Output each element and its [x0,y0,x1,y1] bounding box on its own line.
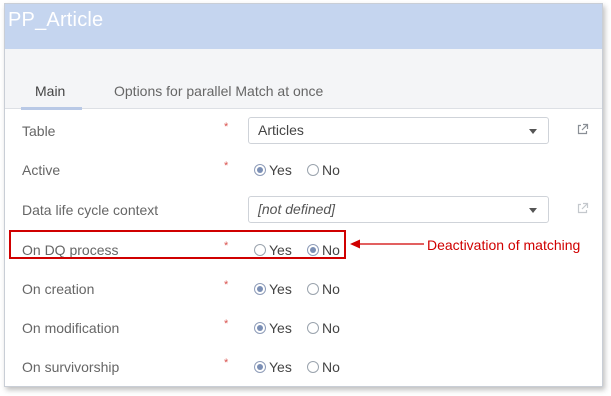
radio-selected-icon [254,283,266,295]
radio-label: No [322,320,340,336]
required-marker: * [224,279,229,291]
active-row: Active * Yes No [5,156,602,186]
radio-label: Yes [269,359,292,375]
table-row: Table * Articles [5,117,602,147]
tab-main[interactable]: Main [20,71,83,110]
on-survivorship-row: On survivorship * Yes No [5,353,602,383]
radio-label: No [322,359,340,375]
external-link-icon[interactable] [576,202,589,215]
required-marker: * [224,121,229,133]
table-label: Table [22,123,56,139]
active-label: Active [22,162,61,178]
title-bar: PP_Article [5,4,602,49]
required-marker: * [224,318,229,330]
radio-label: Yes [269,162,292,178]
table-select-value: Articles [258,122,304,138]
tab-bar: Main Options for parallel Match at once [5,71,602,110]
dlc-context-select[interactable]: [not defined] [248,196,549,223]
arrow-left-icon [350,239,424,249]
on-creation-label: On creation [22,281,95,297]
required-marker: * [224,240,229,252]
on-dq-process-label: On DQ process [22,242,119,258]
dlc-context-label: Data life cycle context [22,202,159,218]
chevron-down-icon [529,208,537,213]
radio-label: Yes [269,281,292,297]
radio-label: No [322,281,340,297]
radio-label: Yes [269,242,292,258]
radio-selected-icon [254,164,266,176]
on-creation-row: On creation * Yes No [5,275,602,305]
radio-selected-icon [307,244,319,256]
required-marker: * [224,160,229,172]
dlc-context-row: Data life cycle context [not defined] [5,196,602,226]
external-link-icon[interactable] [576,123,589,136]
radio-label: No [322,242,340,258]
header-spacer [5,49,602,71]
radio-empty-icon [307,322,319,334]
table-select[interactable]: Articles [248,117,549,144]
chevron-down-icon [529,129,537,134]
radio-selected-icon [254,322,266,334]
tab-options-parallel-match[interactable]: Options for parallel Match at once [114,71,323,109]
radio-empty-icon [254,244,266,256]
window-title: PP_Article [8,9,104,31]
on-modification-label: On modification [22,320,120,336]
on-survivorship-label: On survivorship [22,359,120,375]
radio-label: Yes [269,320,292,336]
dlc-context-select-value: [not defined] [258,201,336,217]
radio-empty-icon [307,361,319,373]
annotation-label: Deactivation of matching [427,237,581,253]
radio-label: No [322,162,340,178]
radio-empty-icon [307,164,319,176]
radio-selected-icon [254,361,266,373]
radio-empty-icon [307,283,319,295]
required-marker: * [224,357,229,369]
on-modification-row: On modification * Yes No [5,314,602,344]
form-window: PP_Article Main Options for parallel Mat… [4,3,603,387]
